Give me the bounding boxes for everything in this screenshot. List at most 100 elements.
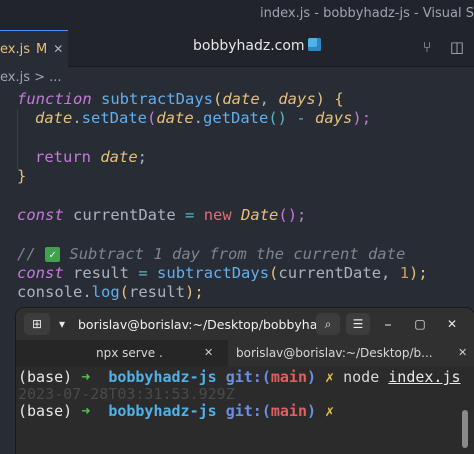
code-line-5: } — [17, 166, 26, 186]
token: date — [100, 148, 138, 166]
token: setDate — [81, 109, 147, 127]
breadcrumb-separator: > — [34, 70, 46, 85]
token: console — [17, 283, 83, 301]
terminal-prompt-line: (base) ➜ bobbyhadz-js git:(main) ✗ node … — [18, 369, 461, 386]
terminal-tab-shell[interactable]: borislav@borislav:~/Desktop/b... ✕ — [228, 340, 474, 366]
editor-tabbar: ex.js M ✕ bobbyhadz.com ⑂ ◫ — [0, 30, 474, 67]
token: days — [278, 90, 316, 108]
token: ); — [185, 283, 204, 301]
modified-indicator: M — [35, 41, 48, 57]
token: result — [129, 283, 186, 301]
token: new — [203, 206, 232, 224]
token: subtractDays — [157, 264, 270, 282]
new-tab-icon[interactable]: ⊞ — [24, 313, 50, 335]
token: ) { — [315, 90, 344, 108]
window-title: index.js - bobbyhadz-js - Visual S — [260, 6, 474, 21]
token: date — [222, 90, 260, 108]
token: const — [17, 206, 64, 224]
token: currentDate — [73, 206, 176, 224]
terminal-output[interactable]: (base) ➜ bobbyhadz-js git:(main) ✗ node … — [16, 366, 474, 454]
check-icon: ✓ — [45, 247, 61, 262]
terminal-prompt-line: (base) ➜ bobbyhadz-js git:(main) ✗ — [18, 403, 334, 420]
breadcrumb: ex.js > ... — [0, 67, 474, 89]
token: Subtract 1 day from the current date — [69, 245, 406, 263]
tab-index-js[interactable]: ex.js M ✕ — [0, 30, 68, 67]
env-label: (base) — [18, 402, 73, 420]
git-close: ) — [307, 402, 317, 420]
token: } — [17, 167, 27, 185]
code-line-1: function subtractDays(date, days) { — [17, 90, 344, 108]
token: ; — [137, 148, 148, 166]
site-label: bobbyhadz.com — [193, 38, 305, 54]
token: getDate — [203, 109, 269, 127]
token: 1 — [399, 264, 410, 282]
command: node — [343, 368, 380, 386]
token: return — [35, 148, 91, 166]
search-icon[interactable]: ⌕ — [316, 313, 340, 335]
code-line-4: return date; — [35, 147, 147, 167]
code-line-11: console.log(result); — [17, 283, 204, 301]
minimize-icon[interactable]: ⎯ — [378, 313, 398, 335]
token: log — [91, 283, 120, 301]
indent-guide — [17, 109, 18, 169]
token: currentDate — [278, 264, 382, 282]
code-line-10: const result = subtractDays(currentDate,… — [17, 264, 428, 282]
git-label: git:( — [225, 368, 271, 386]
arrow-icon: ➜ — [81, 402, 91, 420]
token: ); — [352, 109, 372, 127]
repo-name: bobbyhadz-js — [108, 402, 217, 420]
branch-name: main — [270, 368, 307, 386]
env-label: (base) — [18, 368, 73, 386]
code-line-9: // ✓ Subtract 1 day from the current dat… — [17, 244, 405, 264]
terminal-tab-label: npx serve . — [96, 346, 163, 360]
branch-name: main — [270, 402, 307, 420]
token: // — [17, 245, 36, 263]
close-icon[interactable]: ✕ — [53, 42, 63, 56]
token: subtractDays — [101, 90, 213, 108]
dirty-icon: ✗ — [325, 368, 335, 386]
breadcrumb-rest[interactable]: ... — [49, 70, 61, 85]
arrow-icon: ➜ — [81, 368, 91, 386]
repo-name: bobbyhadz-js — [108, 368, 217, 386]
dirty-icon: ✗ — [325, 402, 335, 420]
token: result — [73, 264, 130, 282]
token: (); — [278, 206, 307, 224]
split-editor-icon[interactable]: ◫ — [448, 38, 466, 56]
tab-label: ex.js — [0, 41, 30, 57]
terminal-tab-label: borislav@borislav:~/Desktop/b... — [236, 346, 433, 360]
terminal-tabbar: npx serve . ✕ borislav@borislav:~/Deskto… — [16, 340, 474, 366]
window-titlebar: index.js - bobbyhadz-js - Visual S — [0, 0, 474, 30]
code-line-2: date.setDate(date.getDate() - days); — [35, 109, 372, 127]
terminal-header: ⊞ ▾ borislav@borislav:~/Desktop/bobbyhad… — [16, 308, 474, 340]
menu-icon[interactable]: ☰ — [346, 313, 370, 335]
token: date — [35, 109, 73, 127]
breadcrumb-file[interactable]: ex.js — [0, 70, 30, 85]
git-close: ) — [307, 368, 317, 386]
token: , — [259, 90, 279, 108]
source-control-icon[interactable]: ⑂ — [418, 38, 436, 56]
center-label: bobbyhadz.com — [193, 38, 321, 54]
terminal-window: ⊞ ▾ borislav@borislav:~/Desktop/bobbyhad… — [16, 308, 474, 454]
token: function — [17, 90, 92, 108]
chevron-down-icon[interactable]: ▾ — [54, 313, 70, 335]
command-file-link[interactable]: index.js — [388, 368, 460, 386]
token: date — [156, 109, 194, 127]
token: ); — [409, 264, 428, 282]
token: Date — [241, 206, 279, 224]
maximize-icon[interactable]: ▢ — [410, 313, 430, 335]
token: , — [381, 264, 400, 282]
close-icon[interactable]: ✕ — [458, 340, 467, 366]
terminal-scrollbar[interactable] — [462, 410, 468, 448]
cube-icon — [307, 38, 321, 51]
token: const — [17, 264, 64, 282]
token: - — [296, 109, 306, 127]
code-line-7: const currentDate = new Date(); — [17, 205, 306, 225]
token: = — [138, 264, 148, 282]
terminal-output-line: 2023-07-28T03:31:53.929Z — [18, 385, 235, 403]
terminal-tab-serve[interactable]: npx serve . ✕ — [16, 340, 228, 366]
close-window-icon[interactable]: ✕ — [442, 313, 462, 335]
terminal-title: borislav@borislav:~/Desktop/bobbyhadz-r.… — [78, 317, 328, 332]
git-label: git:( — [225, 402, 271, 420]
token: days — [315, 109, 353, 127]
close-icon[interactable]: ✕ — [204, 340, 213, 366]
